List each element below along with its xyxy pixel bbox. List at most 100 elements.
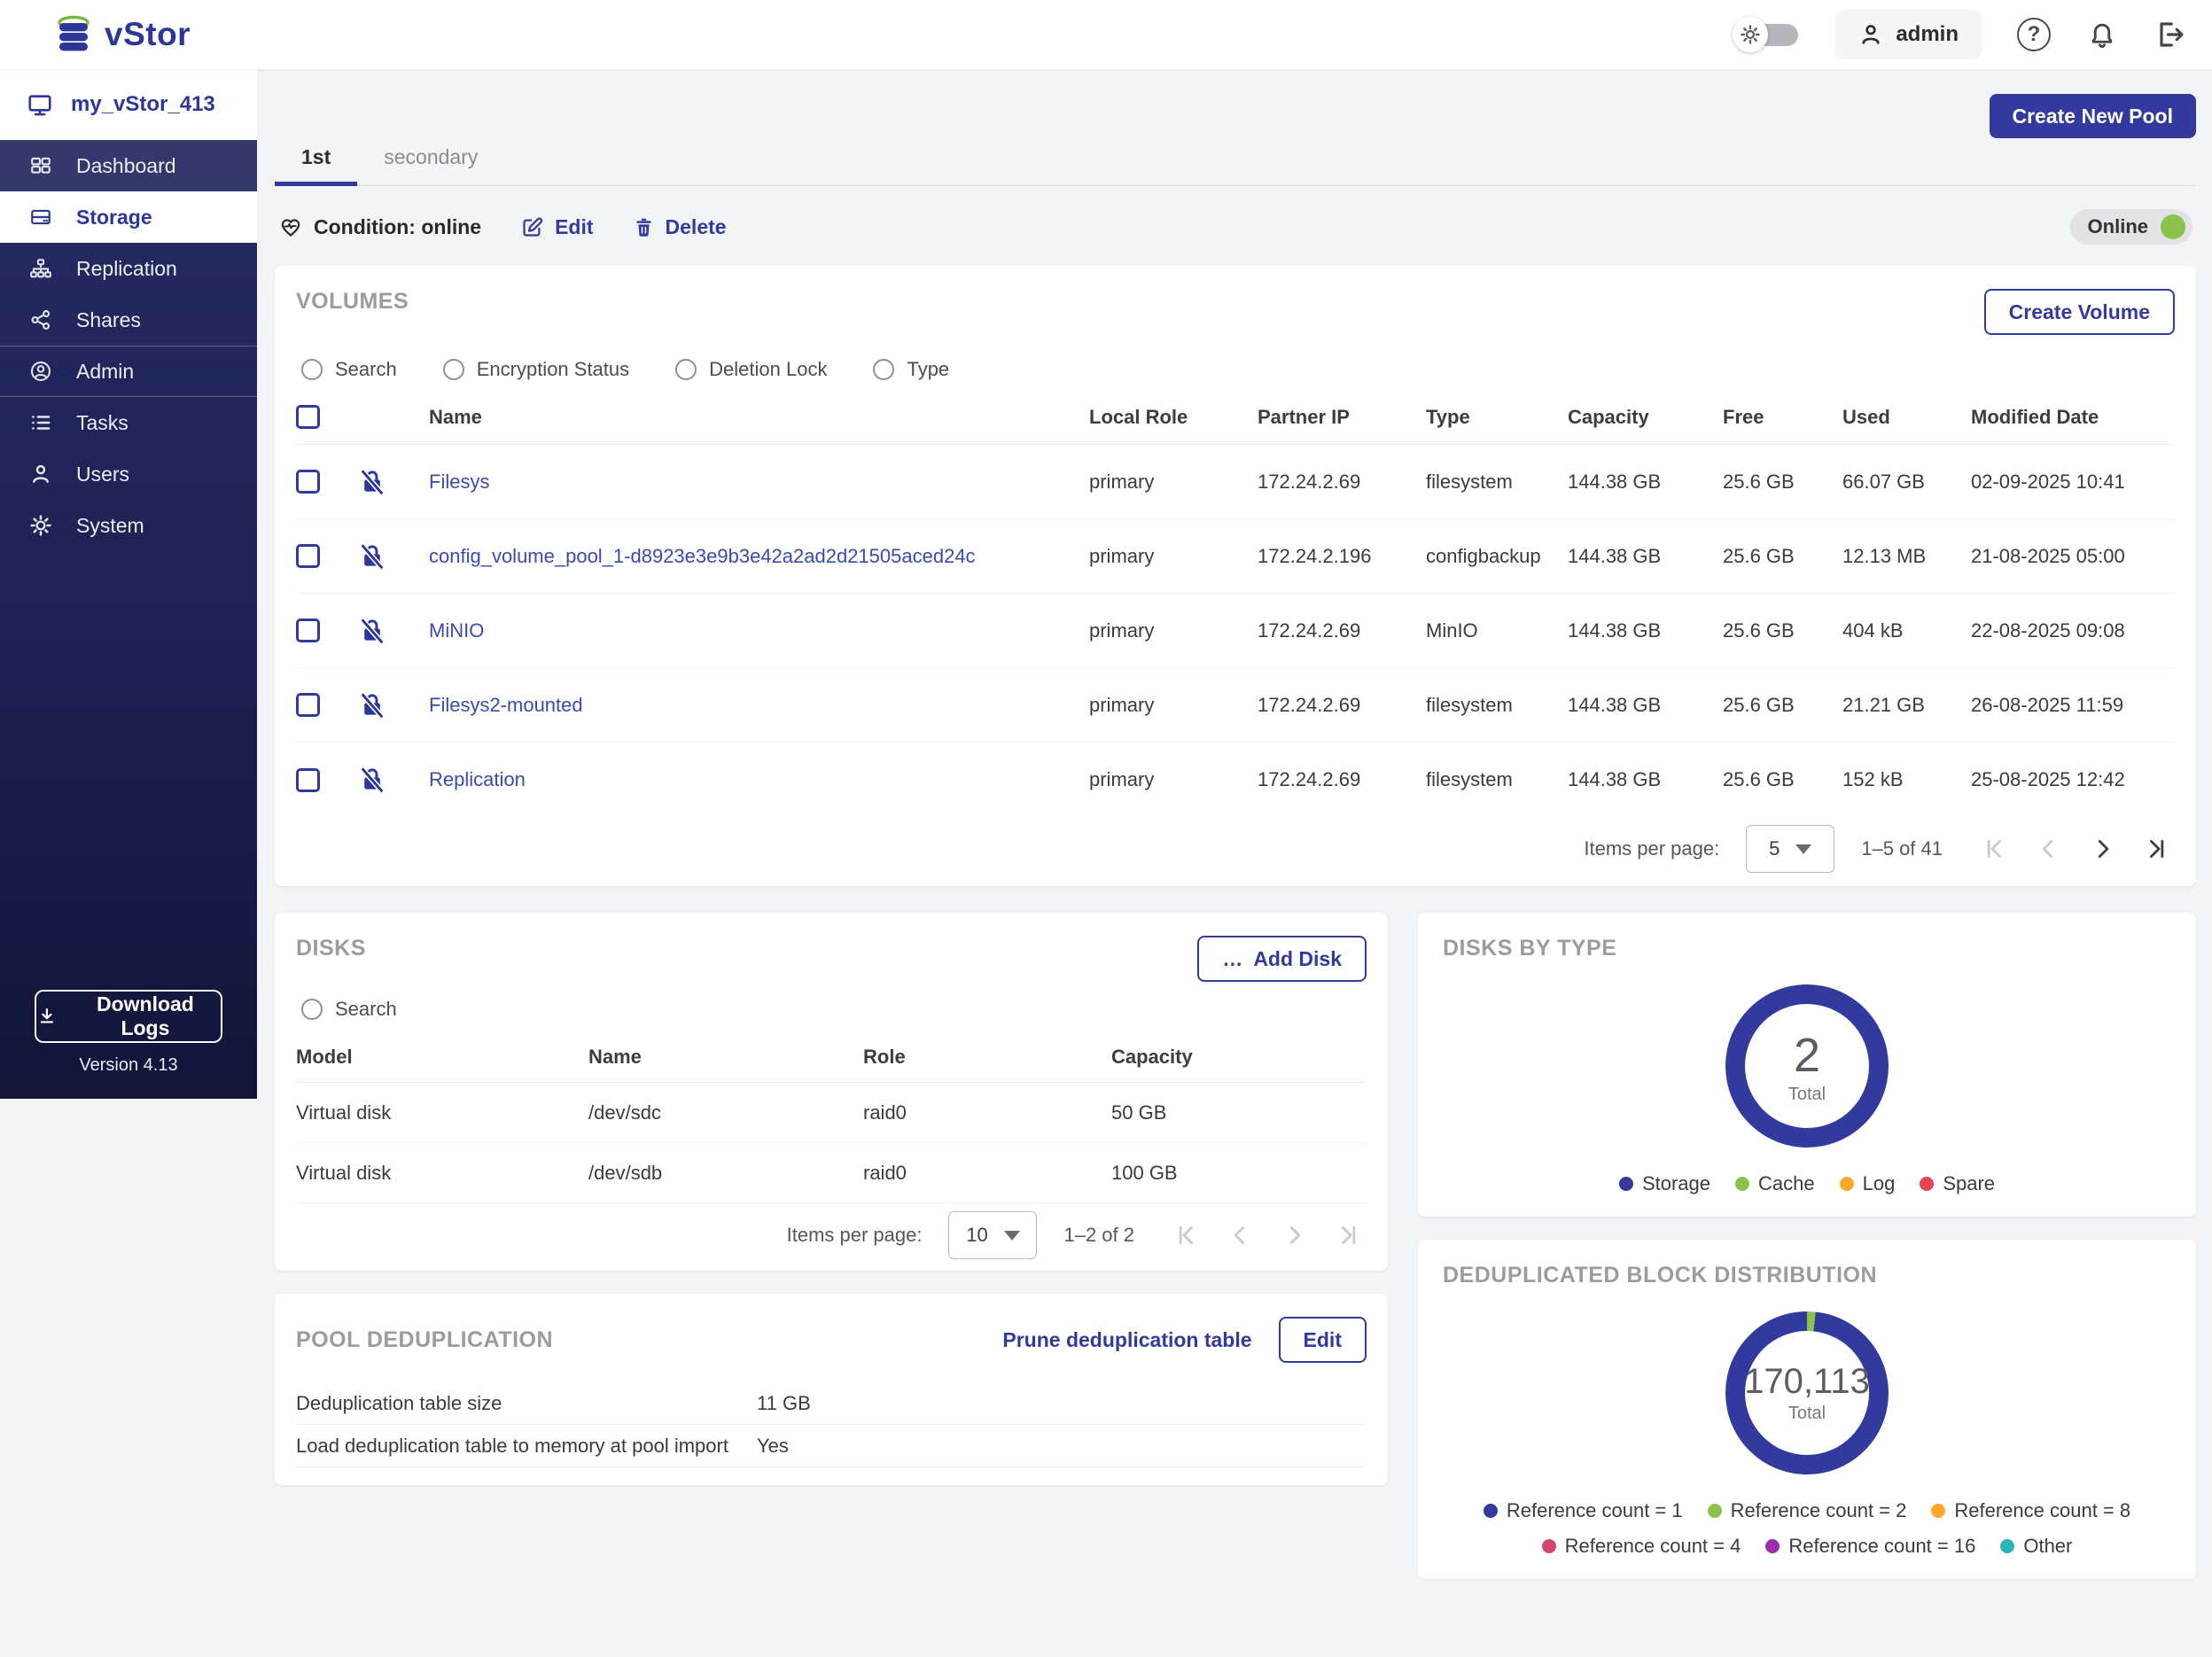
edit-pool-button[interactable]: Edit bbox=[520, 215, 594, 239]
disks-pagination: Items per page: 10 1–2 of 2 bbox=[296, 1203, 1367, 1267]
create-new-pool-button[interactable]: Create New Pool bbox=[1989, 94, 2196, 138]
deletion-lock-off-icon bbox=[358, 542, 386, 571]
legend-item: Reference count = 1 bbox=[1483, 1499, 1683, 1522]
delete-pool-button[interactable]: Delete bbox=[633, 215, 727, 239]
col-partner-ip: Partner IP bbox=[1258, 405, 1350, 428]
legend-dot bbox=[1707, 1504, 1722, 1518]
sidebar-item-system[interactable]: System bbox=[0, 500, 257, 551]
sidebar-item-tasks[interactable]: Tasks bbox=[0, 397, 257, 448]
pool-condition-row: Condition: online Edit Delete Online bbox=[278, 209, 2193, 245]
prev-page-button[interactable] bbox=[1228, 1224, 1251, 1247]
disks-search-label: Search bbox=[335, 998, 397, 1020]
filter-label: Search bbox=[335, 358, 397, 380]
edit-pencil-icon bbox=[523, 217, 543, 237]
first-page-button[interactable] bbox=[1982, 837, 2005, 860]
cell-used: 21.21 GB bbox=[1842, 693, 1925, 716]
replication-tree-icon bbox=[28, 257, 53, 280]
cell-type: filesystem bbox=[1426, 470, 1513, 493]
table-row: Filesys2-mounted primary 172.24.2.69 fil… bbox=[296, 668, 2175, 743]
volume-name-link[interactable]: Filesys2-mounted bbox=[429, 694, 1089, 717]
sidebar-item-replication[interactable]: Replication bbox=[0, 243, 257, 294]
sidebar-item-storage[interactable]: Storage bbox=[0, 191, 257, 243]
cell-type: MinIO bbox=[1426, 618, 1478, 642]
volume-name-link[interactable]: Replication bbox=[429, 768, 1089, 791]
volume-name-link[interactable]: MiNIO bbox=[429, 619, 1089, 642]
trash-icon bbox=[636, 218, 651, 237]
items-per-page-select[interactable]: 5 bbox=[1746, 825, 1835, 873]
row-checkbox[interactable] bbox=[296, 618, 320, 642]
cell-capacity: 144.38 GB bbox=[1568, 618, 1662, 642]
row-checkbox[interactable] bbox=[296, 693, 320, 717]
theme-toggle[interactable] bbox=[1733, 17, 1800, 52]
tab-secondary[interactable]: secondary bbox=[357, 133, 504, 185]
row-checkbox[interactable] bbox=[296, 767, 320, 792]
disks-total-label: Total bbox=[1788, 1084, 1826, 1104]
cell-capacity: 50 GB bbox=[1111, 1101, 1167, 1124]
items-per-page-select[interactable]: 10 bbox=[948, 1211, 1038, 1259]
disks-title: DISKS bbox=[296, 936, 366, 961]
prune-dedup-table-button[interactable]: Prune deduplication table bbox=[1002, 1328, 1251, 1352]
legend-label: Reference count = 4 bbox=[1564, 1535, 1741, 1557]
last-page-button[interactable] bbox=[1338, 1224, 1361, 1247]
dedup-setting-label: Load deduplication table to memory at po… bbox=[296, 1434, 728, 1457]
first-page-button[interactable] bbox=[1173, 1224, 1196, 1247]
top-bar: vStor admin ? bbox=[0, 0, 2212, 69]
download-logs-label: Download Logs bbox=[96, 992, 194, 1039]
sidebar-item-label: System bbox=[76, 513, 144, 537]
volumes-table-header: Name Local Role Partner IP Type Capacity… bbox=[296, 390, 2175, 445]
sidebar-item-dashboard[interactable]: Dashboard bbox=[0, 140, 257, 191]
sidebar-item-users[interactable]: Users bbox=[0, 448, 257, 500]
prev-page-button[interactable] bbox=[2037, 837, 2060, 860]
next-page-button[interactable] bbox=[2091, 837, 2115, 860]
cell-model: Virtual disk bbox=[296, 1101, 392, 1124]
sidebar-item-label: Dashboard bbox=[76, 153, 176, 177]
cell-local-role: primary bbox=[1089, 470, 1155, 493]
download-logs-button[interactable]: Download Logs bbox=[35, 990, 222, 1043]
select-all-checkbox[interactable] bbox=[296, 405, 320, 429]
volume-name-link[interactable]: Filesys bbox=[429, 471, 1089, 494]
volume-name-link[interactable]: config_volume_pool_1-d8923e3e9b3e42a2ad2… bbox=[429, 545, 1089, 568]
row-checkbox[interactable] bbox=[296, 470, 320, 494]
sidebar-item-label: Admin bbox=[76, 359, 135, 383]
cell-capacity: 144.38 GB bbox=[1568, 470, 1662, 493]
filter-search[interactable]: Search bbox=[301, 358, 397, 381]
table-row: Virtual disk /dev/sdb raid0 100 GB bbox=[296, 1143, 1367, 1203]
user-menu[interactable]: admin bbox=[1835, 10, 1982, 59]
main-content: Create New Pool 1st secondary Condition:… bbox=[257, 0, 2212, 1579]
cell-free: 25.6 GB bbox=[1723, 470, 1795, 493]
disks-search-filter[interactable]: Search bbox=[301, 998, 1367, 1021]
filter-deletion-lock[interactable]: Deletion Lock bbox=[675, 358, 827, 381]
download-icon bbox=[40, 1007, 53, 1023]
help-button[interactable]: ? bbox=[2017, 18, 2051, 51]
notifications-bell-icon[interactable] bbox=[2086, 19, 2118, 51]
volumes-pagination: Items per page: 5 1–5 of 41 bbox=[296, 817, 2175, 881]
theme-toggle-knob[interactable] bbox=[1733, 17, 1769, 52]
heart-pulse-icon bbox=[281, 219, 300, 237]
row-checkbox[interactable] bbox=[296, 544, 320, 568]
create-volume-button[interactable]: Create Volume bbox=[1983, 289, 2175, 335]
sidebar-item-admin[interactable]: Admin bbox=[0, 346, 257, 397]
col-capacity: Capacity bbox=[1568, 405, 1649, 428]
cell-local-role: primary bbox=[1089, 618, 1155, 642]
tab-1st[interactable]: 1st bbox=[275, 133, 358, 186]
edit-dedup-button[interactable]: Edit bbox=[1278, 1317, 1367, 1363]
cell-type: filesystem bbox=[1426, 693, 1513, 716]
add-disk-button[interactable]: … Add Disk bbox=[1197, 936, 1367, 982]
version-label: Version 4.13 bbox=[79, 1055, 178, 1075]
system-name-row[interactable]: my_vStor_413 bbox=[0, 69, 257, 140]
deletion-lock-off-icon bbox=[358, 468, 386, 496]
items-per-page-label: Items per page: bbox=[1584, 837, 1720, 860]
vstor-logo-icon bbox=[58, 15, 90, 51]
admin-icon bbox=[28, 360, 53, 383]
share-nodes-icon bbox=[28, 308, 53, 331]
cell-name: /dev/sdc bbox=[588, 1101, 661, 1124]
last-page-button[interactable] bbox=[2146, 837, 2169, 860]
sidebar-item-shares[interactable]: Shares bbox=[0, 294, 257, 346]
col-capacity: Capacity bbox=[1111, 1045, 1193, 1068]
next-page-button[interactable] bbox=[1283, 1224, 1306, 1247]
cell-free: 25.6 GB bbox=[1723, 768, 1795, 790]
filter-type[interactable]: Type bbox=[873, 358, 949, 381]
logout-icon[interactable] bbox=[2154, 19, 2185, 51]
filter-encryption-status[interactable]: Encryption Status bbox=[442, 358, 629, 381]
legend-item: Reference count = 8 bbox=[1931, 1499, 2130, 1522]
